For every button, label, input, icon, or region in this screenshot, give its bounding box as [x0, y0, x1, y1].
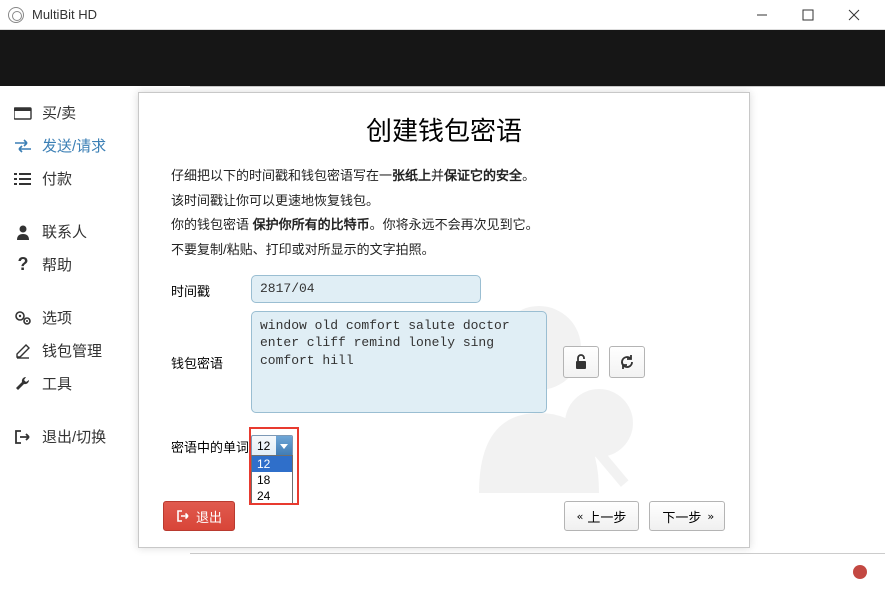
refresh-button[interactable]	[609, 346, 645, 378]
create-wallet-phrase-dialog: 创建钱包密语 仔细把以下的时间戳和钱包密语写在一张纸上并保证它的安全。 该时间戳…	[138, 92, 750, 548]
window-title: MultiBit HD	[32, 7, 97, 22]
question-icon: ?	[14, 257, 32, 273]
refresh-icon	[619, 354, 635, 370]
phrase-label: 钱包密语	[171, 311, 251, 372]
status-indicator	[853, 565, 867, 579]
close-button[interactable]	[831, 0, 877, 30]
sidebar-item-label: 钱包管理	[42, 340, 102, 361]
dialog-title: 创建钱包密语	[171, 111, 717, 148]
dropdown-option-12[interactable]: 12	[252, 456, 292, 472]
dropdown-option-18[interactable]: 18	[252, 472, 292, 488]
timestamp-field[interactable]: 2817/04	[251, 275, 481, 303]
minimize-button[interactable]	[739, 0, 785, 30]
word-count-dropdown-list: 12 18 24	[251, 455, 293, 505]
sidebar-item-label: 付款	[42, 168, 72, 189]
word-count-label: 密语中的单词	[171, 437, 251, 456]
chevron-down-icon	[276, 436, 292, 457]
signout-icon	[176, 510, 190, 522]
sidebar-item-label: 工具	[42, 373, 72, 394]
wallet-phrase-field[interactable]: window old comfort salute doctor enter c…	[251, 311, 547, 413]
exchange-icon	[14, 138, 32, 154]
maximize-button[interactable]	[785, 0, 831, 30]
wrench-icon	[14, 376, 32, 392]
sidebar-item-label: 发送/请求	[42, 135, 106, 156]
sidebar-item-label: 退出/切换	[42, 426, 106, 447]
dropdown-selected-value: 12	[252, 439, 270, 453]
sidebar-item-label: 帮助	[42, 254, 72, 275]
sidebar-item-label: 联系人	[42, 221, 87, 242]
app-icon	[8, 7, 24, 23]
prev-button[interactable]: « 上一步	[564, 501, 640, 531]
next-button-label: 下一步	[662, 507, 701, 526]
wallet-icon	[14, 105, 32, 121]
edit-icon	[14, 343, 32, 359]
chevron-right-icon: »	[707, 510, 712, 523]
list-icon	[14, 171, 32, 187]
unlock-icon	[574, 354, 588, 370]
gears-icon	[14, 310, 32, 326]
lock-button[interactable]	[563, 346, 599, 378]
instruction-text: 仔细把以下的时间戳和钱包密语写在一张纸上并保证它的安全。 该时间戳让你可以更速地…	[171, 164, 717, 263]
signout-icon	[14, 429, 32, 445]
sidebar-item-label: 选项	[42, 307, 72, 328]
prev-button-label: 上一步	[587, 507, 626, 526]
header-band	[0, 30, 885, 86]
user-icon	[14, 224, 32, 240]
next-button[interactable]: 下一步 »	[649, 501, 725, 531]
exit-button[interactable]: 退出	[163, 501, 235, 531]
timestamp-label: 时间戳	[171, 275, 251, 300]
exit-button-label: 退出	[196, 507, 222, 526]
sidebar-item-label: 买/卖	[42, 102, 76, 123]
dropdown-option-24[interactable]: 24	[252, 488, 292, 504]
chevron-left-icon: «	[577, 510, 582, 523]
titlebar: MultiBit HD	[0, 0, 885, 30]
